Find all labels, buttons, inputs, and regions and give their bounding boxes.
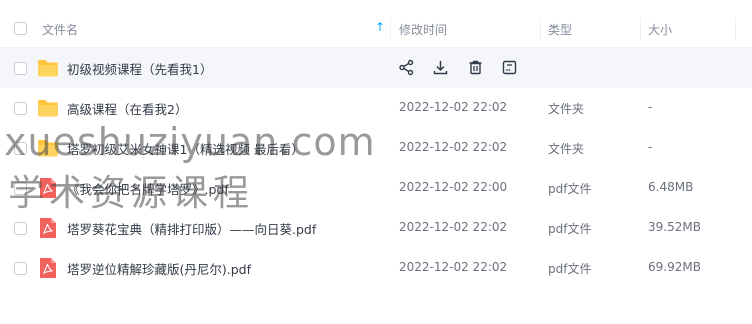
table-row[interactable]: 塔罗葵花宝典（精排打印版）——向日葵.pdf 2022-12-02 22:02 … <box>0 208 752 248</box>
column-divider <box>540 18 541 40</box>
row-checkbox[interactable] <box>14 182 27 195</box>
modified-time: 2022-12-02 22:02 <box>399 260 508 274</box>
file-type: 文件夹 <box>548 102 585 116</box>
pdf-icon <box>37 176 59 200</box>
modified-time: 2022-12-02 22:00 <box>399 180 508 194</box>
pdf-icon <box>37 216 59 240</box>
column-header-name[interactable]: 文件名 <box>42 21 78 38</box>
file-type: pdf文件 <box>548 262 592 276</box>
file-type: 文件夹 <box>548 142 585 156</box>
file-size: - <box>648 100 653 114</box>
row-checkbox[interactable] <box>14 142 27 155</box>
file-name[interactable]: 塔罗初级艾米女神课1（精选视频 最后看） <box>67 139 304 158</box>
file-name[interactable]: 塔罗逆位精解珍藏版(丹尼尔).pdf <box>67 259 251 278</box>
delete-icon[interactable] <box>467 59 484 76</box>
pdf-icon <box>37 256 59 280</box>
file-name[interactable]: 高级课程（在看我2） <box>67 99 187 118</box>
file-name[interactable]: 《我会你把名牌学塔罗》.pdf <box>67 179 229 198</box>
row-checkbox[interactable] <box>14 102 27 115</box>
download-icon[interactable] <box>432 59 449 76</box>
column-divider <box>640 18 641 40</box>
file-size: 69.92MB <box>648 260 701 274</box>
sort-ascending-icon[interactable]: ↑ <box>375 20 385 34</box>
modified-time: 2022-12-02 22:02 <box>399 100 508 114</box>
column-header-modified[interactable]: 修改时间 <box>399 21 447 38</box>
row-checkbox[interactable] <box>14 62 27 75</box>
file-name[interactable]: 塔罗葵花宝典（精排打印版）——向日葵.pdf <box>67 219 316 238</box>
file-size: 6.48MB <box>648 180 694 194</box>
row-checkbox[interactable] <box>14 262 27 275</box>
column-header-size[interactable]: 大小 <box>648 21 672 38</box>
file-type: pdf文件 <box>548 182 592 196</box>
share-icon[interactable] <box>398 59 415 76</box>
folder-icon <box>37 56 59 80</box>
file-type: pdf文件 <box>548 222 592 236</box>
file-size: - <box>648 140 653 154</box>
table-row[interactable]: 高级课程（在看我2） 2022-12-02 22:02 文件夹 - <box>0 88 752 128</box>
more-icon[interactable] <box>501 59 518 76</box>
select-all-checkbox[interactable] <box>14 22 27 35</box>
modified-time: 2022-12-02 22:02 <box>399 220 508 234</box>
folder-icon <box>37 96 59 120</box>
table-row[interactable]: 初级视频课程（先看我1） <box>0 48 752 88</box>
table-header: 文件名 ↑ 修改时间 类型 大小 <box>0 10 752 48</box>
column-header-type[interactable]: 类型 <box>548 21 572 38</box>
modified-time: 2022-12-02 22:02 <box>399 140 508 154</box>
column-divider <box>735 18 736 40</box>
table-row[interactable]: 塔罗初级艾米女神课1（精选视频 最后看） 2022-12-02 22:02 文件… <box>0 128 752 168</box>
file-size: 39.52MB <box>648 220 701 234</box>
file-table: 文件名 ↑ 修改时间 类型 大小 初级视频课程（先看我1） 高级课程（在看我2）… <box>0 10 752 288</box>
column-divider <box>390 18 391 40</box>
table-row[interactable]: 塔罗逆位精解珍藏版(丹尼尔).pdf 2022-12-02 22:02 pdf文… <box>0 248 752 288</box>
table-row[interactable]: 《我会你把名牌学塔罗》.pdf 2022-12-02 22:00 pdf文件 6… <box>0 168 752 208</box>
folder-icon <box>37 136 59 160</box>
row-checkbox[interactable] <box>14 222 27 235</box>
file-name[interactable]: 初级视频课程（先看我1） <box>67 59 212 78</box>
